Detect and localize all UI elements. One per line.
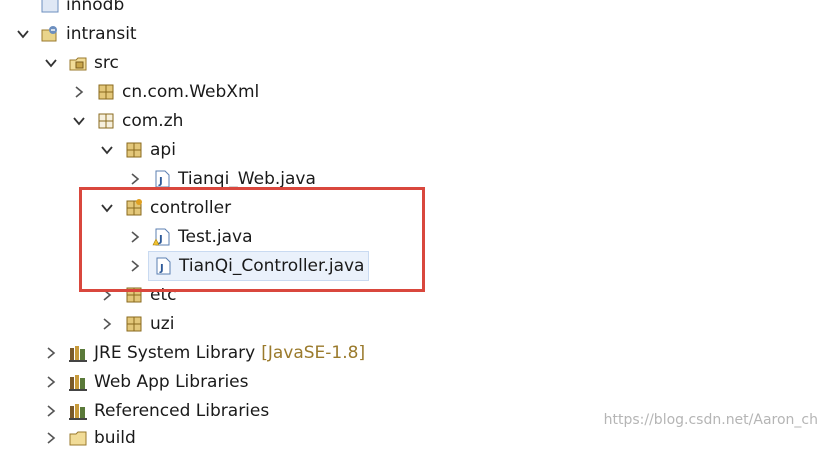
tree-item-uzi[interactable]: uzi (100, 310, 174, 338)
tree-item-label: controller (150, 198, 232, 218)
tree-item-cn-com-webxml[interactable]: cn.com.WebXml (72, 78, 259, 106)
tree-item-label: api (150, 140, 176, 160)
tree-item-label: etc (150, 285, 177, 305)
tree-item-build[interactable]: build (44, 424, 136, 452)
chevron-right-icon[interactable] (44, 404, 58, 418)
svg-text:J: J (158, 234, 163, 245)
chevron-down-icon[interactable] (100, 201, 114, 215)
chevron-down-icon[interactable] (44, 56, 58, 70)
tree-item-jre-system-library[interactable]: JRE System Library [JavaSE-1.8] (44, 339, 365, 367)
tree-item-label: Web App Libraries (94, 372, 249, 392)
folder-icon (40, 0, 60, 15)
tree-item-innodb[interactable]: innodb (40, 0, 124, 19)
package-icon (96, 82, 116, 102)
watermark: https://blog.csdn.net/Aaron_ch (603, 412, 818, 428)
tree-item-tianqi-controller-java[interactable]: J TianQi_Controller.java (128, 251, 370, 281)
tree-item-tianqi-web-java[interactable]: J Tianqi_Web.java (128, 165, 316, 193)
tree-item-test-java[interactable]: J Test.java (128, 223, 253, 251)
selection-highlight: J TianQi_Controller.java (148, 251, 370, 281)
package-icon (124, 285, 144, 305)
java-file-icon: J (152, 169, 172, 189)
tree-item-label: TianQi_Controller.java (179, 256, 365, 276)
tree-item-intransit[interactable]: intransit (16, 20, 137, 48)
tree-item-etc[interactable]: etc (100, 281, 176, 309)
chevron-right-icon[interactable] (128, 230, 142, 244)
package-icon (124, 198, 144, 218)
chevron-right-icon[interactable] (128, 172, 142, 186)
tree-item-com-zh[interactable]: com.zh (72, 107, 183, 135)
tree-item-label: Test.java (178, 227, 253, 247)
tree-item-label: com.zh (122, 111, 184, 131)
tree-item-controller[interactable]: controller (100, 194, 231, 222)
tree-item-src[interactable]: src (44, 49, 119, 77)
package-icon (124, 314, 144, 334)
chevron-right-icon[interactable] (100, 288, 114, 302)
library-icon (68, 372, 88, 392)
source-folder-icon (68, 53, 88, 73)
tree-item-web-app-libraries[interactable]: Web App Libraries (44, 368, 249, 396)
tree-item-referenced-libraries[interactable]: Referenced Libraries (44, 397, 269, 425)
folder-icon (68, 428, 88, 448)
tree-item-label: innodb (66, 0, 125, 15)
chevron-right-icon[interactable] (100, 317, 114, 331)
project-explorer-tree: innodb intransit src cn.com.WebXml com.z… (0, 0, 830, 448)
tree-item-api[interactable]: api (100, 136, 176, 164)
svg-text:J: J (159, 263, 164, 274)
svg-text:J: J (158, 176, 163, 187)
java-file-warning-icon: J (152, 227, 172, 247)
chevron-down-icon[interactable] (100, 143, 114, 157)
project-icon (40, 24, 60, 44)
tree-item-label: cn.com.WebXml (122, 82, 260, 102)
tree-item-label: src (94, 53, 119, 73)
tree-item-label: Tianqi_Web.java (178, 169, 316, 189)
chevron-down-icon[interactable] (72, 114, 86, 128)
tree-item-label: JRE System Library (94, 343, 256, 363)
chevron-right-icon[interactable] (44, 375, 58, 389)
tree-item-label: build (94, 428, 136, 448)
chevron-right-icon[interactable] (128, 259, 142, 273)
tree-item-label: intransit (66, 24, 137, 44)
library-icon (68, 401, 88, 421)
java-file-icon: J (153, 256, 173, 276)
tree-item-decoration: [JavaSE-1.8] (261, 343, 366, 363)
library-icon (68, 343, 88, 363)
tree-item-label: Referenced Libraries (94, 401, 270, 421)
package-icon (96, 111, 116, 131)
chevron-right-icon[interactable] (44, 346, 58, 360)
chevron-right-icon[interactable] (72, 85, 86, 99)
tree-item-label: uzi (150, 314, 175, 334)
chevron-right-icon[interactable] (44, 431, 58, 445)
package-icon (124, 140, 144, 160)
chevron-down-icon[interactable] (16, 27, 30, 41)
